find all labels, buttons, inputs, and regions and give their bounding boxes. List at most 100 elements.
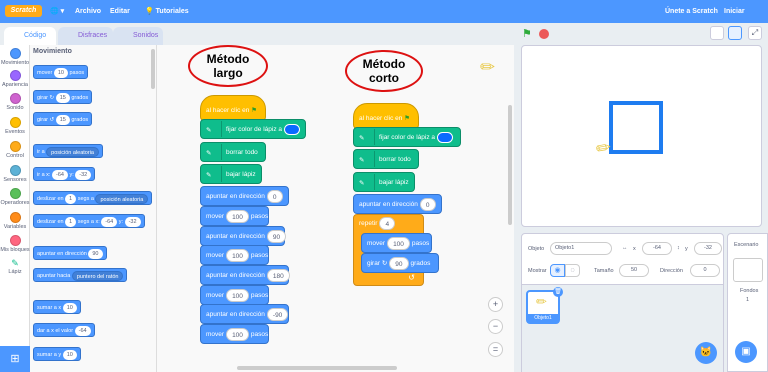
short-turn[interactable]: girar ↻ 90 grados (361, 253, 439, 273)
block-input[interactable]: 1 (65, 193, 77, 204)
zoom-in-button[interactable]: + (488, 297, 503, 312)
color-swatch[interactable] (436, 131, 453, 143)
y-input[interactable]: -32 (694, 242, 722, 255)
sprite-thumbnail[interactable]: ✏ 🗑 Objeto1 (526, 287, 563, 324)
palette-set-x-block[interactable]: dar a x el valor -64 (33, 323, 95, 337)
long-set-pen-color[interactable]: ✎ fijar color de lápiz a (200, 119, 306, 139)
short-pen-down[interactable]: ✎ bajar lápiz (353, 172, 415, 192)
show-visible-button[interactable]: ◉ (550, 264, 565, 277)
long-point-direction-2[interactable]: apuntar en dirección 90 (200, 226, 287, 246)
join-link[interactable]: Únete a Scratch (665, 0, 718, 23)
category-operators[interactable]: Operadores (0, 188, 30, 206)
long-move-2[interactable]: mover 100 pasos (200, 245, 269, 265)
block-input[interactable]: 1 (65, 216, 77, 227)
block-input[interactable]: 0 (419, 197, 436, 211)
block-input[interactable]: 100 (226, 288, 249, 302)
long-point-direction-3[interactable]: apuntar en dirección 180 (200, 265, 290, 285)
palette-scrollbar[interactable] (151, 49, 155, 89)
block-input[interactable]: 90 (88, 248, 103, 259)
stage-canvas[interactable]: ✏ (521, 45, 762, 227)
palette-change-x-block[interactable]: sumar a x 10 (33, 300, 81, 314)
block-dropdown[interactable]: posición aleatoria (46, 146, 99, 157)
block-input[interactable]: 100 (226, 327, 249, 341)
category-sound[interactable]: Sonido (0, 93, 30, 111)
long-point-direction[interactable]: apuntar en dirección 0 (200, 186, 289, 206)
fullscreen-button[interactable]: ⤢ (748, 26, 762, 40)
zoom-reset-button[interactable]: = (488, 342, 503, 357)
x-input[interactable]: -64 (642, 242, 672, 255)
long-move-3[interactable]: mover 100 pasos (200, 285, 269, 305)
long-when-flag-clicked[interactable]: al hacer clic en ⚑ (200, 95, 266, 121)
scratch-logo[interactable]: Scratch (5, 5, 42, 17)
category-myblocks[interactable]: Mis bloques (0, 235, 30, 253)
edit-menu[interactable]: Editar (110, 0, 130, 23)
palette-glide-block[interactable]: deslizar en 1 segs a posición aleatoria (33, 191, 153, 205)
code-workspace[interactable]: Método largo Método corto ✏ al hacer clic … (157, 45, 514, 372)
block-input[interactable]: 15 (55, 114, 70, 125)
palette-change-y-block[interactable]: sumar a y 10 (33, 347, 81, 361)
short-when-flag-clicked[interactable]: al hacer clic en ⚑ (353, 103, 419, 129)
long-move-4[interactable]: mover 100 pasos (200, 324, 269, 344)
block-input[interactable]: 10 (62, 349, 77, 360)
category-control[interactable]: Control (0, 141, 30, 159)
short-set-pen-color[interactable]: ✎ fijar color de lápiz a (353, 127, 461, 147)
block-input[interactable]: -64 (51, 169, 68, 180)
block-input[interactable]: 90 (389, 256, 409, 270)
category-pen[interactable]: ✎ Lápiz (0, 258, 30, 275)
block-input[interactable]: 15 (55, 92, 70, 103)
backdrop-thumbnail[interactable] (733, 258, 763, 282)
short-point-direction[interactable]: apuntar en dirección 0 (353, 194, 442, 214)
category-sensing[interactable]: Sensores (0, 165, 30, 183)
block-input[interactable]: 100 (387, 236, 410, 250)
delete-sprite-icon[interactable]: 🗑 (553, 287, 563, 297)
stage-selector[interactable]: Escenario Fondos 1 ▣ (727, 233, 768, 372)
green-flag-button[interactable]: ⚑ (522, 27, 532, 40)
block-input[interactable]: 100 (226, 209, 249, 223)
category-variables[interactable]: Variables (0, 212, 30, 230)
category-looks[interactable]: Apariencia (0, 70, 30, 88)
block-input[interactable]: -64 (101, 216, 118, 227)
block-input[interactable]: 180 (266, 268, 290, 282)
short-clear[interactable]: ✎ borrar todo (353, 149, 419, 169)
direction-input[interactable]: 0 (690, 264, 720, 277)
block-input[interactable]: 90 (266, 229, 287, 243)
workspace-vscrollbar[interactable] (508, 105, 512, 225)
add-backdrop-button[interactable]: ▣ (735, 341, 757, 363)
color-swatch[interactable] (283, 123, 300, 135)
block-input[interactable]: 10 (53, 67, 68, 78)
workspace-hscrollbar[interactable] (237, 366, 397, 370)
long-move-1[interactable]: mover 100 pasos (200, 206, 269, 226)
block-input[interactable]: -32 (124, 216, 141, 227)
tab-costumes[interactable]: Disfraces (58, 27, 113, 45)
palette-turn-left-block[interactable]: girar ↺ 15 grados (33, 112, 93, 126)
block-input[interactable]: 4 (379, 216, 396, 230)
category-events[interactable]: Eventos (0, 117, 30, 135)
block-input[interactable]: 0 (266, 189, 283, 203)
category-motion[interactable]: Movimiento (0, 48, 30, 66)
block-dropdown[interactable]: posición aleatoria (95, 193, 149, 204)
show-hidden-button[interactable]: ◌ (565, 264, 580, 277)
palette-point-towards-block[interactable]: apuntar hacia puntero del ratón (33, 268, 128, 282)
size-input[interactable]: 50 (619, 264, 649, 277)
palette-goto-block[interactable]: ir a posición aleatoria (33, 144, 103, 158)
block-input[interactable]: -90 (266, 307, 289, 321)
long-point-direction-4[interactable]: apuntar en dirección -90 (200, 304, 289, 324)
block-input[interactable]: 100 (226, 248, 249, 262)
long-clear[interactable]: ✎ borrar todo (200, 142, 266, 162)
palette-glide-xy-block[interactable]: deslizar en 1 segs a x: -64 y: -32 (33, 214, 145, 228)
add-extension-button[interactable]: ⊞ (0, 346, 30, 372)
language-menu[interactable]: 🌐 ▾ (50, 0, 64, 23)
long-pen-down[interactable]: ✎ bajar lápiz (200, 164, 262, 184)
tutorials-menu[interactable]: 💡 Tutoriales (145, 0, 189, 23)
block-input[interactable]: -32 (75, 169, 92, 180)
tab-code[interactable]: Código (4, 27, 56, 45)
stop-button[interactable] (539, 29, 549, 39)
block-input[interactable]: -64 (74, 325, 91, 336)
palette-point-direction-block[interactable]: apuntar en dirección 90 (33, 246, 107, 260)
large-stage-button[interactable] (728, 26, 742, 40)
add-sprite-button[interactable]: 🐱 (695, 342, 717, 364)
zoom-out-button[interactable]: − (488, 319, 503, 334)
sprite-name-input[interactable]: Objeto1 (550, 242, 612, 255)
short-move[interactable]: mover 100 pasos (361, 233, 432, 253)
signin-link[interactable]: Iniciar sesión (724, 0, 768, 38)
